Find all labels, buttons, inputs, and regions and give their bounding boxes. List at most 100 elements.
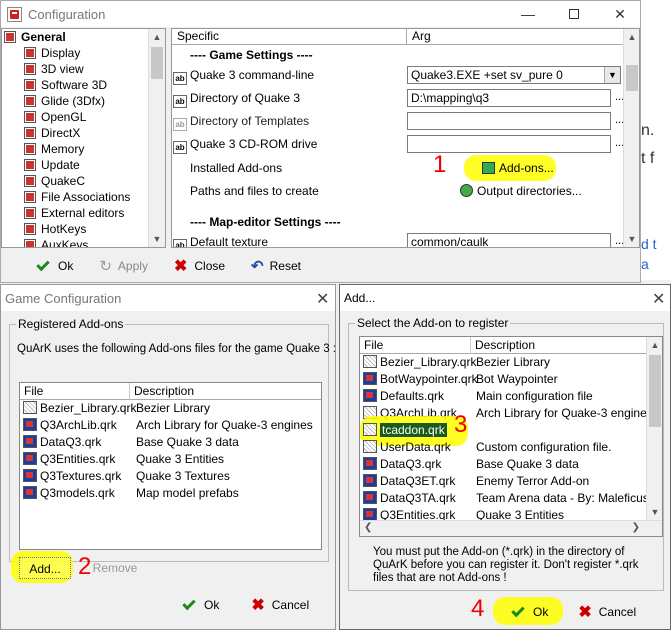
file-icon [363,372,377,385]
scroll-up-icon[interactable]: ▲ [624,29,639,45]
apply-button[interactable]: ↻ Apply [99,257,148,275]
cross-icon: ✖ [578,604,592,621]
settings-icon [24,223,36,235]
window-title: Configuration [28,6,106,22]
column-header-specific[interactable]: Specific [172,29,407,45]
close-button[interactable]: ✕ [597,1,643,27]
file-icon [363,457,377,470]
addons-button[interactable]: Add-ons... [482,159,554,177]
quake-directory-input[interactable]: D:\mapping\q3 [407,89,611,107]
file-icon [363,355,377,368]
apply-icon: ↻ [99,258,112,275]
ok-button[interactable]: Ok [179,596,219,612]
list-item[interactable]: BotWaypointer.qrk [360,371,478,388]
list-item[interactable]: Defaults.qrk [360,388,444,405]
default-texture-input[interactable]: common/caulk [407,233,611,247]
file-icon [23,452,37,465]
tree-item[interactable]: DirectX [2,125,165,141]
text-field-icon: ab [173,239,187,247]
ok-button[interactable]: Ok [508,603,548,619]
tree-item[interactable]: External editors [2,205,165,221]
scroll-thumb[interactable] [151,47,163,79]
list-item[interactable]: UserData.qrk [360,439,451,456]
list-item[interactable]: DataQ3.qrk [360,456,441,473]
file-icon [363,474,377,487]
registered-addons-list[interactable]: File Description Bezier_Library.qrk Bezi… [19,382,322,550]
app-icon [7,6,22,22]
settings-tree[interactable]: General Display 3D view Software 3D Glid… [1,28,166,248]
file-icon [23,435,37,448]
tree-item[interactable]: File Associations [2,189,165,205]
settings-icon [24,239,36,247]
scroll-left-icon[interactable]: ❮ [364,522,372,533]
list-item[interactable]: Q3ArchLib.qrk [20,417,117,434]
list-horizontal-scrollbar[interactable]: ❮ ❯ [360,520,662,536]
column-header-arg[interactable]: Arg [407,29,623,45]
tree-scrollbar[interactable]: ▲ ▼ [148,29,165,247]
reset-icon: ↶ [251,258,264,275]
grid-scrollbar[interactable]: ▲ ▼ [623,29,639,247]
settings-icon [24,79,36,91]
list-vertical-scrollbar[interactable]: ▲ ▼ [646,337,662,520]
maximize-button[interactable] [551,1,597,27]
scroll-down-icon[interactable]: ▼ [149,231,165,247]
column-header-description[interactable]: Description [130,383,321,400]
tree-item[interactable]: 3D view [2,61,165,77]
file-icon [363,440,377,453]
dialog-title: Add... [344,291,376,305]
tree-item-general[interactable]: General [2,29,165,45]
list-item[interactable]: Q3models.qrk [20,485,115,502]
scroll-up-icon[interactable]: ▲ [149,29,165,45]
command-line-dropdown[interactable]: Quake3.EXE +set sv_pure 0 ▼ [407,66,621,84]
list-item[interactable]: DataQ3.qrk [20,434,101,451]
tree-item[interactable]: HotKeys [2,221,165,237]
tree-item[interactable]: QuakeC [2,173,165,189]
list-item[interactable]: DataQ3TA.qrk [360,490,456,507]
ok-button[interactable]: Ok [33,257,73,273]
close-config-button[interactable]: ✖ Close [174,256,225,276]
tree-item[interactable]: Glide (3Dfx) [2,93,165,109]
scroll-thumb[interactable] [626,65,638,91]
scroll-down-icon[interactable]: ▼ [647,504,662,520]
close-icon[interactable]: ✕ [652,289,665,309]
list-item[interactable]: Bezier_Library.qrk [20,400,136,417]
remove-button[interactable]: Remove [89,557,141,579]
tree-item[interactable]: Memory [2,141,165,157]
list-item[interactable]: DataQ3ET.qrk [360,473,455,490]
tree-item[interactable]: Update [2,157,165,173]
list-item[interactable]: Bezier_Library.qrk [360,354,476,371]
column-header-file[interactable]: File [20,383,130,400]
scroll-right-icon[interactable]: ❯ [632,522,640,533]
column-header-description[interactable]: Description [471,337,647,354]
background-text: t f [641,150,655,167]
tree-item[interactable]: Display [2,45,165,61]
maximize-icon [569,9,579,19]
scroll-up-icon[interactable]: ▲ [647,337,662,353]
templates-directory-input[interactable] [407,112,611,130]
scroll-thumb[interactable] [649,355,661,427]
available-addons-list[interactable]: File Description Bezier_Library.qrk Bezi… [359,336,663,537]
row-cdrom-drive: ab Quake 3 CD-ROM drive [173,135,317,154]
list-item-description: Map model prefabs [136,486,239,500]
minimize-button[interactable]: — [505,1,551,27]
list-item-selected[interactable]: tcaddon.qrk [360,422,447,439]
tree-item[interactable]: AuxKeys [2,237,165,247]
list-item-description: Arch Library for Quake-3 engines [136,418,313,432]
tree-item[interactable]: OpenGL [2,109,165,125]
reset-button[interactable]: ↶ Reset [251,257,301,275]
tree-item[interactable]: Software 3D [2,77,165,93]
add-addon-dialog: Add... ✕ Select the Add-on to register F… [339,284,671,630]
list-item[interactable]: Q3Textures.qrk [20,468,121,485]
cancel-button[interactable]: ✖ Cancel [578,602,636,622]
callout-number: 4 [471,595,485,622]
column-header-file[interactable]: File [360,337,471,354]
scroll-down-icon[interactable]: ▼ [624,231,639,247]
add-button[interactable]: Add... [19,557,71,579]
output-directories-button[interactable]: Output directories... [460,182,582,200]
cancel-button[interactable]: ✖ Cancel [251,595,309,615]
close-icon[interactable]: ✕ [316,289,329,309]
chevron-down-icon[interactable]: ▼ [604,67,620,83]
list-item[interactable]: Q3Entities.qrk [20,451,115,468]
row-quake-directory: ab Directory of Quake 3 [173,89,300,108]
cross-icon: ✖ [173,258,188,275]
